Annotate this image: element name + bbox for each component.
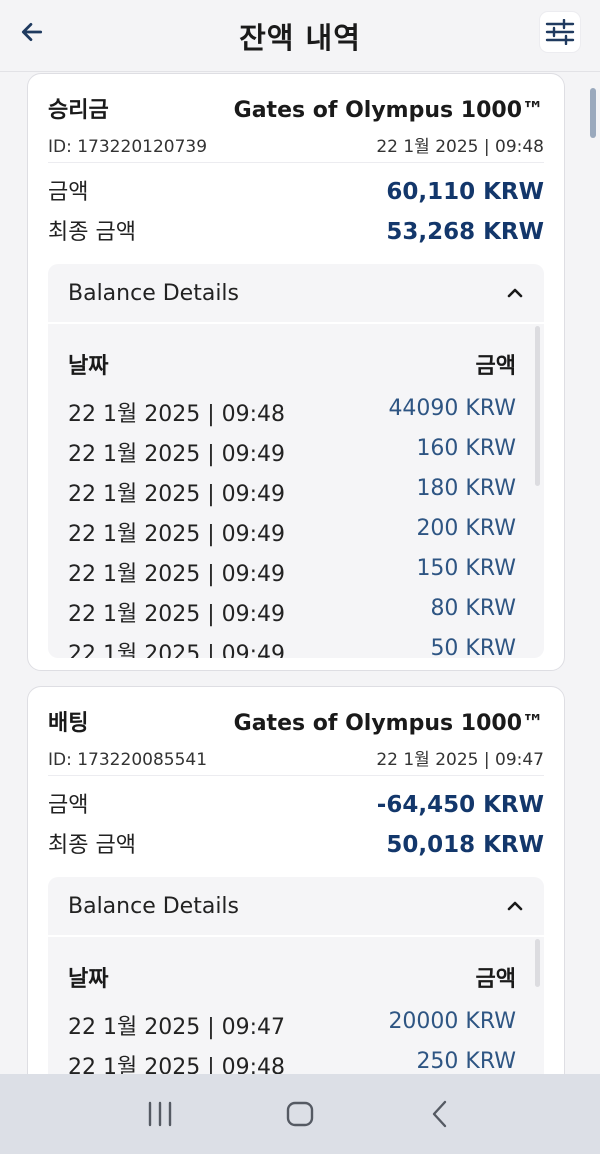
chevron-up-icon	[507, 288, 523, 298]
details-amount: 44090 KRW	[388, 396, 516, 421]
details-row: 22 1월 2025 | 09:49 80 KRW	[68, 596, 516, 628]
filter-sliders-icon	[545, 19, 575, 45]
amount-column-header: 금액	[475, 967, 516, 992]
amount-label: 금액	[48, 180, 89, 205]
details-amount: 200 KRW	[416, 516, 516, 541]
final-amount-label: 최종 금액	[48, 833, 136, 858]
transaction-datetime: 22 1월 2025 | 09:47	[376, 750, 544, 770]
balance-details-list[interactable]: 날짜 금액 22 1월 2025 | 09:48 44090 KRW 22 1월…	[48, 326, 544, 658]
transaction-id: ID: 173220085541	[48, 750, 208, 770]
transaction-card: 배팅 Gates of Olympus 1000™ ID: 1732200855…	[27, 686, 565, 1074]
details-row: 22 1월 2025 | 09:49 150 KRW	[68, 556, 516, 588]
recent-apps-icon	[148, 1101, 172, 1127]
amount-column-header: 금액	[475, 354, 516, 379]
balance-details-list[interactable]: 날짜 금액 22 1월 2025 | 09:47 20000 KRW 22 1월…	[48, 939, 544, 1074]
home-button[interactable]	[270, 1089, 330, 1139]
details-date: 22 1월 2025 | 09:49	[68, 522, 286, 547]
details-amount: 250 KRW	[416, 1049, 516, 1074]
chevron-up-icon	[507, 901, 523, 911]
details-row: 22 1월 2025 | 09:49 50 KRW	[68, 636, 516, 658]
transaction-id: ID: 173220120739	[48, 137, 208, 157]
page-scrollbar[interactable]	[590, 88, 596, 138]
final-amount-value: 50,018 KRW	[386, 832, 544, 858]
game-name: Gates of Olympus 1000™	[233, 711, 544, 736]
details-amount: 20000 KRW	[388, 1009, 516, 1034]
details-date: 22 1월 2025 | 09:49	[68, 442, 286, 467]
details-date: 22 1월 2025 | 09:49	[68, 642, 286, 658]
balance-details-toggle[interactable]: Balance Details	[48, 877, 544, 937]
balance-details-toggle[interactable]: Balance Details	[48, 264, 544, 324]
transaction-card: 승리금 Gates of Olympus 1000™ ID: 173220120…	[27, 73, 565, 671]
details-amount: 50 KRW	[430, 636, 516, 658]
details-date: 22 1월 2025 | 09:48	[68, 402, 286, 427]
details-amount: 150 KRW	[416, 556, 516, 581]
details-amount: 80 KRW	[430, 596, 516, 621]
balance-details-title: Balance Details	[68, 893, 240, 919]
back-nav-icon	[432, 1100, 447, 1128]
app-screen: 잔액 내역 승리금 Gates of Olympus 1000™ ID: 173…	[0, 0, 600, 1154]
date-column-header: 날짜	[68, 967, 109, 992]
details-header-row: 날짜 금액	[68, 961, 516, 993]
details-scrollbar[interactable]	[535, 326, 540, 486]
balance-details-panel: Balance Details 날짜 금액 22 1월 2025 | 09:47…	[48, 877, 544, 1074]
details-row: 22 1월 2025 | 09:49 180 KRW	[68, 476, 516, 508]
details-row: 22 1월 2025 | 09:49 200 KRW	[68, 516, 516, 548]
back-nav-button[interactable]	[410, 1089, 470, 1139]
top-app-bar: 잔액 내역	[0, 0, 600, 72]
recent-apps-button[interactable]	[130, 1089, 190, 1139]
balance-details-title: Balance Details	[68, 280, 240, 306]
details-date: 22 1월 2025 | 09:48	[68, 1055, 286, 1074]
balance-details-panel: Balance Details 날짜 금액 22 1월 2025 | 09:48…	[48, 264, 544, 658]
details-date: 22 1월 2025 | 09:49	[68, 562, 286, 587]
filter-button[interactable]	[540, 12, 580, 52]
divider	[48, 775, 544, 776]
details-scrollbar[interactable]	[535, 939, 540, 987]
amount-label: 금액	[48, 793, 89, 818]
amount-value: -64,450 KRW	[376, 792, 544, 818]
transaction-type: 승리금	[48, 98, 109, 123]
transaction-type: 배팅	[48, 711, 89, 736]
transaction-list[interactable]: 승리금 Gates of Olympus 1000™ ID: 173220120…	[0, 72, 600, 1074]
transaction-datetime: 22 1월 2025 | 09:48	[376, 137, 544, 157]
amount-value: 60,110 KRW	[386, 179, 544, 205]
details-row: 22 1월 2025 | 09:48 250 KRW	[68, 1049, 516, 1074]
details-amount: 160 KRW	[416, 436, 516, 461]
game-name: Gates of Olympus 1000™	[233, 98, 544, 123]
system-navigation-bar	[0, 1074, 600, 1154]
details-date: 22 1월 2025 | 09:47	[68, 1015, 286, 1040]
divider	[48, 162, 544, 163]
details-row: 22 1월 2025 | 09:48 44090 KRW	[68, 396, 516, 428]
back-button[interactable]	[14, 14, 50, 50]
details-date: 22 1월 2025 | 09:49	[68, 602, 286, 627]
final-amount-value: 53,268 KRW	[386, 219, 544, 245]
back-arrow-icon	[21, 23, 43, 41]
details-amount: 180 KRW	[416, 476, 516, 501]
home-icon	[286, 1101, 314, 1127]
details-header-row: 날짜 금액	[68, 348, 516, 380]
page-title: 잔액 내역	[239, 20, 361, 55]
details-row: 22 1월 2025 | 09:49 160 KRW	[68, 436, 516, 468]
details-date: 22 1월 2025 | 09:49	[68, 482, 286, 507]
final-amount-label: 최종 금액	[48, 220, 136, 245]
details-row: 22 1월 2025 | 09:47 20000 KRW	[68, 1009, 516, 1041]
date-column-header: 날짜	[68, 354, 109, 379]
